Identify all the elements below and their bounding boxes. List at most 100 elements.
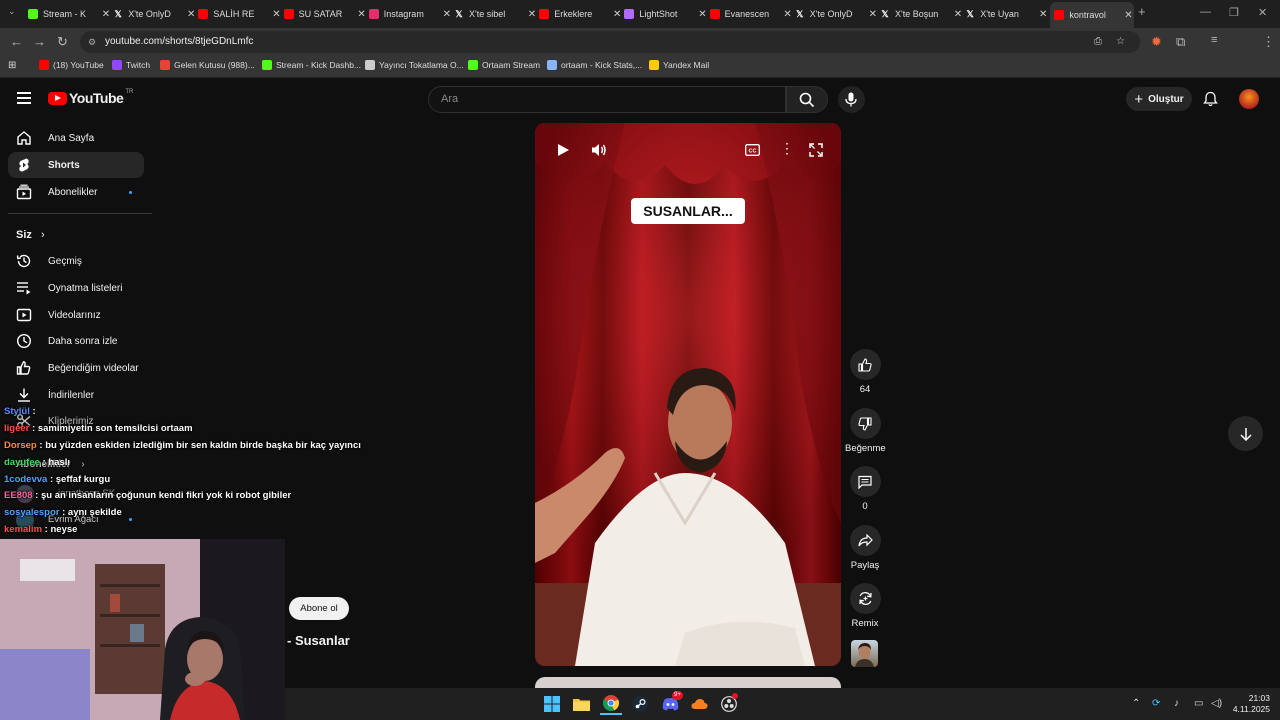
sidebar-item-home[interactable]: Ana Sayfa	[8, 125, 144, 151]
captions-icon[interactable]: CC	[745, 144, 760, 156]
remix-action[interactable]: Remix	[845, 583, 885, 629]
tab-close-icon[interactable]: ✕	[100, 9, 112, 20]
dislike-action[interactable]: Beğenme	[845, 408, 886, 454]
tab-close-icon[interactable]: ✕	[1122, 10, 1134, 21]
speaker-tray-icon[interactable]: ◁)	[1211, 698, 1222, 709]
comments-action[interactable]: 0	[845, 466, 885, 512]
browser-tab[interactable]: SU SATAR ✕	[283, 4, 368, 24]
browser-tab[interactable]: kontravol ✕	[1050, 2, 1135, 28]
voice-search-button[interactable]	[838, 86, 865, 113]
windows-start-icon[interactable]	[541, 693, 563, 715]
tab-close-icon[interactable]: ✕	[611, 9, 623, 20]
chrome-taskbar-icon[interactable]	[600, 693, 622, 715]
reading-list-icon[interactable]: ≡	[1211, 34, 1217, 46]
volume-icon[interactable]	[591, 142, 607, 158]
tab-close-icon[interactable]: ✕	[952, 9, 964, 20]
bookmark-item[interactable]: Gelen Kutusu (988)...	[160, 60, 255, 70]
notifications-bell-icon[interactable]	[1203, 91, 1218, 107]
url-bar[interactable]: ⚙ youtube.com/shorts/8tjeGDnLmfc ⎙ ☆	[80, 31, 1140, 53]
tab-close-icon[interactable]: ✕	[441, 9, 453, 20]
tray-chevron-up-icon[interactable]: ⌃	[1132, 698, 1140, 709]
extensions-puzzle-icon[interactable]: ⧉	[1176, 34, 1185, 50]
dislike-button[interactable]	[849, 408, 881, 439]
sidebar-item-liked[interactable]: Beğendiğim videolar	[8, 355, 144, 381]
sidebar-item-your-videos[interactable]: Videolarınız	[8, 302, 144, 328]
account-avatar[interactable]	[1239, 89, 1259, 109]
you-section-heading[interactable]: Siz ›	[16, 229, 45, 241]
search-input[interactable]: Ara	[428, 86, 786, 113]
share-action[interactable]: Paylaş	[845, 525, 885, 571]
bookmark-star-icon[interactable]: ☆	[1116, 31, 1125, 53]
bookmark-item[interactable]: (18) YouTube	[39, 60, 104, 70]
browser-tab[interactable]: 𝕏 X'te sibel ✕	[454, 4, 538, 24]
next-video-button[interactable]	[1228, 416, 1263, 451]
tab-search-icon[interactable]: ⌄	[8, 6, 16, 17]
network-tray-icon[interactable]: ▭	[1194, 698, 1203, 709]
tab-close-icon[interactable]: ✕	[270, 9, 282, 20]
file-explorer-icon[interactable]	[570, 693, 592, 715]
reload-icon[interactable]: ↻	[57, 34, 68, 50]
browser-tab[interactable]: Erkeklere ✕	[539, 4, 623, 24]
more-options-icon[interactable]: ⋮	[780, 140, 794, 157]
site-info-icon[interactable]: ⚙	[88, 31, 96, 53]
apps-grid-icon[interactable]: ⊞	[8, 60, 16, 71]
minimize-icon[interactable]: —	[1200, 6, 1211, 18]
tab-close-icon[interactable]: ✕	[696, 9, 708, 20]
steam-taskbar-icon[interactable]	[629, 693, 651, 715]
youtube-logo[interactable]: YouTube TR	[48, 89, 133, 106]
discord-taskbar-icon[interactable]: 9+	[659, 691, 683, 715]
bookmark-item[interactable]: Yayıncı Tokatlama O...	[365, 60, 464, 70]
tab-close-icon[interactable]: ✕	[526, 9, 538, 20]
browser-tab[interactable]: LightShot ✕	[624, 4, 708, 24]
channel-thumbnail[interactable]	[851, 640, 878, 667]
sidebar-item-subscriptions[interactable]: Abonelikler	[8, 179, 144, 205]
like-action[interactable]: 64	[845, 349, 885, 395]
obs-taskbar-icon[interactable]	[718, 693, 740, 715]
comments-button[interactable]	[849, 466, 881, 497]
browser-tab[interactable]: Instagram ✕	[368, 4, 453, 24]
fullscreen-icon[interactable]	[809, 143, 823, 157]
back-icon[interactable]: ←	[10, 34, 23, 49]
browser-tab[interactable]: SALİH RE ✕	[198, 4, 282, 24]
create-button[interactable]: + Oluştur	[1126, 87, 1192, 111]
browser-tab[interactable]: 𝕏 X'te OnlyD ✕	[795, 4, 879, 24]
bookmark-item[interactable]: Ortaam Stream	[468, 60, 540, 70]
bookmark-item[interactable]: ortaam - Kick Stats,...	[547, 60, 642, 70]
install-app-icon[interactable]: ⎙	[1094, 31, 1102, 53]
menu-hamburger-icon[interactable]	[17, 92, 31, 104]
tab-close-icon[interactable]: ✕	[782, 9, 794, 20]
forward-icon[interactable]: →	[33, 34, 46, 49]
tab-close-icon[interactable]: ✕	[867, 9, 879, 20]
bookmark-item[interactable]: Stream - Kick Dashb...	[262, 60, 361, 70]
sync-tray-icon[interactable]: ⟳	[1152, 698, 1160, 709]
close-window-icon[interactable]: ✕	[1258, 6, 1267, 19]
sidebar-item-history[interactable]: Geçmiş	[8, 248, 144, 274]
cloud-app-icon[interactable]	[688, 693, 710, 715]
sidebar-item-watch-later[interactable]: Daha sonra izle	[8, 328, 144, 354]
extension-icon[interactable]: ✹	[1151, 34, 1162, 50]
bookmark-item[interactable]: Yandex Mail	[649, 60, 709, 70]
subscribe-button[interactable]: Abone ol	[289, 597, 349, 620]
browser-tab[interactable]: Stream - K ✕	[28, 4, 112, 24]
browser-tab[interactable]: 𝕏 X'te Uyan ✕	[965, 4, 1049, 24]
browser-tab[interactable]: 𝕏 X'te OnlyD ✕	[113, 4, 197, 24]
tab-close-icon[interactable]: ✕	[1037, 9, 1049, 20]
remix-button[interactable]	[849, 583, 881, 614]
system-clock[interactable]: 21:03 4.11.2025	[1230, 693, 1270, 715]
restore-icon[interactable]: ❐	[1229, 6, 1239, 19]
tab-close-icon[interactable]: ✕	[185, 9, 197, 20]
search-button[interactable]	[786, 86, 828, 113]
play-icon[interactable]	[556, 143, 570, 157]
browser-tab[interactable]: Evanescen ✕	[709, 4, 794, 24]
new-tab-button[interactable]: +	[1138, 4, 1146, 19]
browser-menu-icon[interactable]: ⋮	[1262, 34, 1275, 50]
share-button[interactable]	[849, 525, 881, 556]
sidebar-item-shorts[interactable]: Shorts	[8, 152, 144, 178]
browser-tab[interactable]: 𝕏 X'te Boşun ✕	[880, 4, 964, 24]
microphone-tray-icon[interactable]: ♪	[1174, 698, 1179, 709]
bookmark-item[interactable]: Twitch	[112, 60, 150, 70]
sidebar-item-download[interactable]: İndirilenler	[8, 382, 144, 408]
like-button[interactable]	[849, 349, 881, 380]
sidebar-item-playlists[interactable]: Oynatma listeleri	[8, 275, 144, 301]
tab-close-icon[interactable]: ✕	[356, 9, 368, 20]
